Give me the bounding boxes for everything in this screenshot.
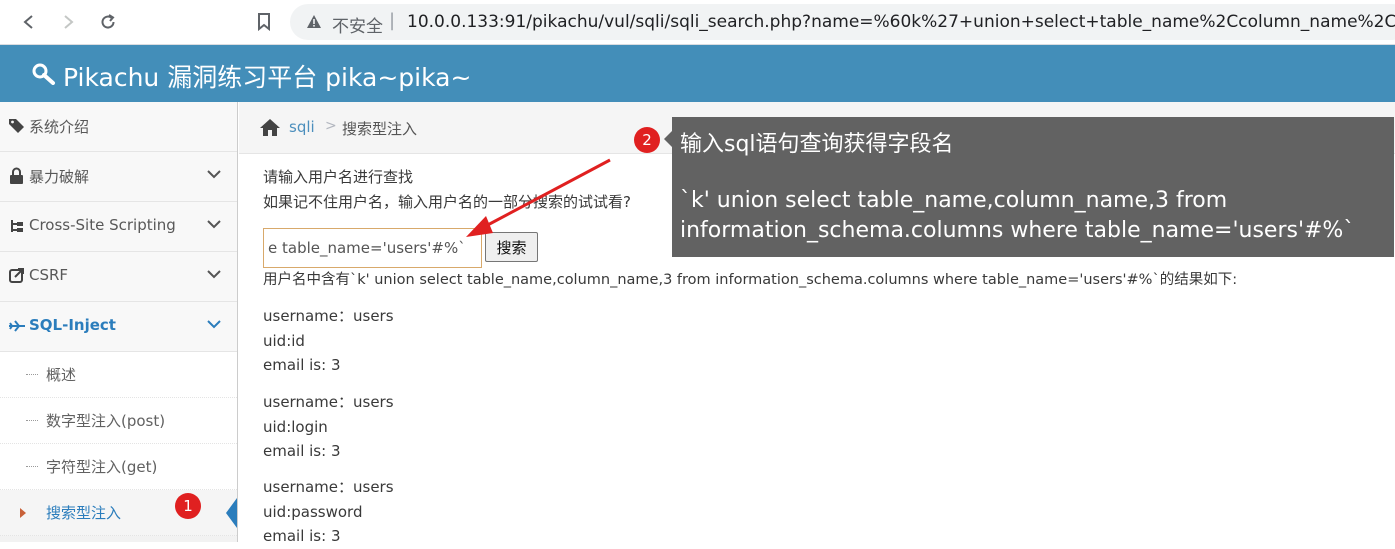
annotation-arrow <box>466 158 611 237</box>
